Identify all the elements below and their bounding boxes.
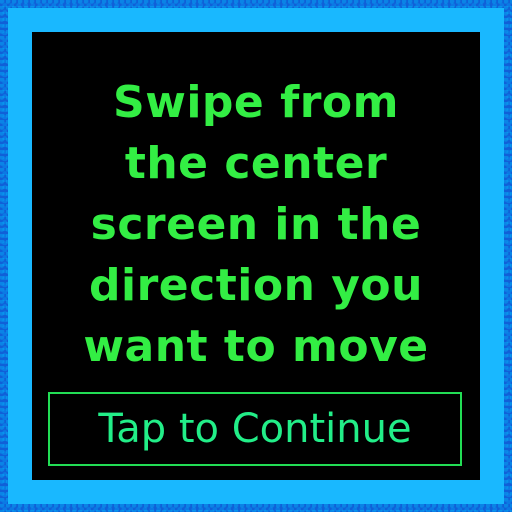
tap-to-continue-button[interactable]: Tap to Continue <box>48 392 462 466</box>
instruction-text: Swipe from the center screen in the dire… <box>32 72 480 377</box>
instruction-line: screen in the <box>90 199 422 250</box>
instruction-line: the center <box>124 138 388 189</box>
instruction-line: direction you <box>89 260 423 311</box>
instruction-panel: Swipe from the center screen in the dire… <box>32 32 480 480</box>
instruction-line: want to move <box>83 321 429 372</box>
instruction-line: Swipe from <box>113 77 399 128</box>
